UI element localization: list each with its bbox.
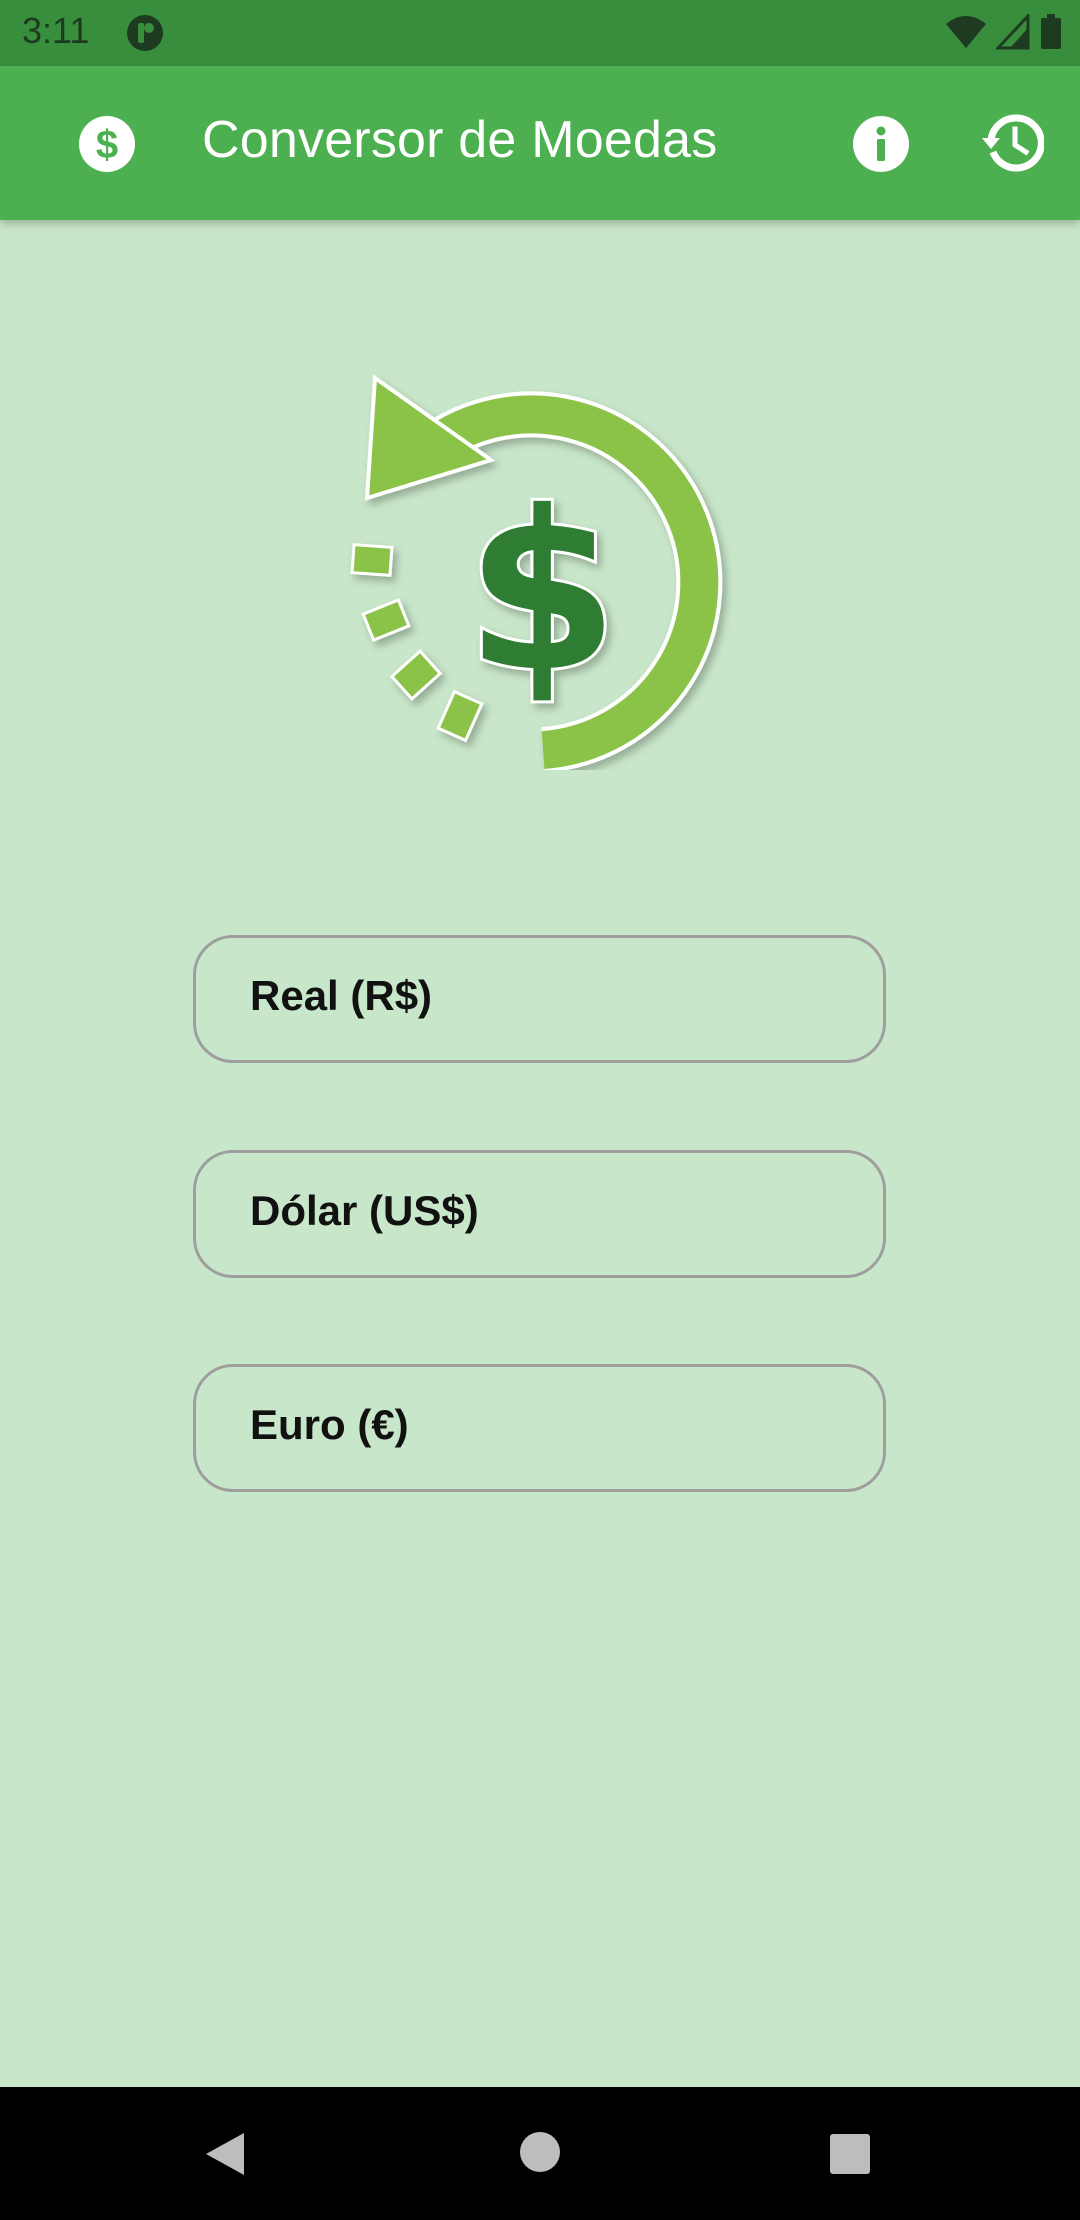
euro-field[interactable]: Euro (€) bbox=[193, 1364, 886, 1492]
home-icon bbox=[520, 2132, 560, 2172]
wifi-icon bbox=[946, 14, 986, 55]
recents-button[interactable] bbox=[829, 2133, 871, 2180]
recents-icon bbox=[830, 2134, 870, 2174]
system-nav-bar bbox=[0, 2087, 1080, 2220]
status-bar: 3:11 bbox=[0, 0, 1080, 66]
dollar-field[interactable]: Dólar (US$) bbox=[193, 1150, 886, 1278]
svg-text:$: $ bbox=[96, 123, 118, 167]
real-field[interactable]: Real (R$) bbox=[193, 935, 886, 1063]
euro-label: Euro (€) bbox=[250, 1401, 409, 1448]
real-label: Real (R$) bbox=[250, 972, 433, 1019]
dollar-circle-icon: $ bbox=[78, 115, 136, 173]
info-button[interactable] bbox=[851, 114, 911, 174]
status-icons bbox=[946, 12, 1062, 55]
home-button[interactable] bbox=[519, 2131, 561, 2178]
back-icon bbox=[206, 2133, 244, 2175]
back-button[interactable] bbox=[204, 2131, 246, 2182]
app-notification-icon bbox=[126, 14, 164, 57]
history-button[interactable] bbox=[982, 112, 1045, 174]
app-bar: $ Conversor de Moedas bbox=[0, 66, 1080, 220]
app-title: Conversor de Moedas bbox=[202, 111, 718, 169]
status-time: 3:11 bbox=[22, 10, 90, 51]
signal-icon bbox=[994, 12, 1030, 55]
svg-text:$: $ bbox=[465, 464, 618, 720]
currency-exchange-icon: $ bbox=[345, 370, 735, 773]
battery-icon bbox=[1040, 14, 1062, 55]
info-icon bbox=[853, 116, 909, 172]
dollar-label: Dólar (US$) bbox=[250, 1187, 479, 1234]
history-icon bbox=[982, 114, 1045, 172]
